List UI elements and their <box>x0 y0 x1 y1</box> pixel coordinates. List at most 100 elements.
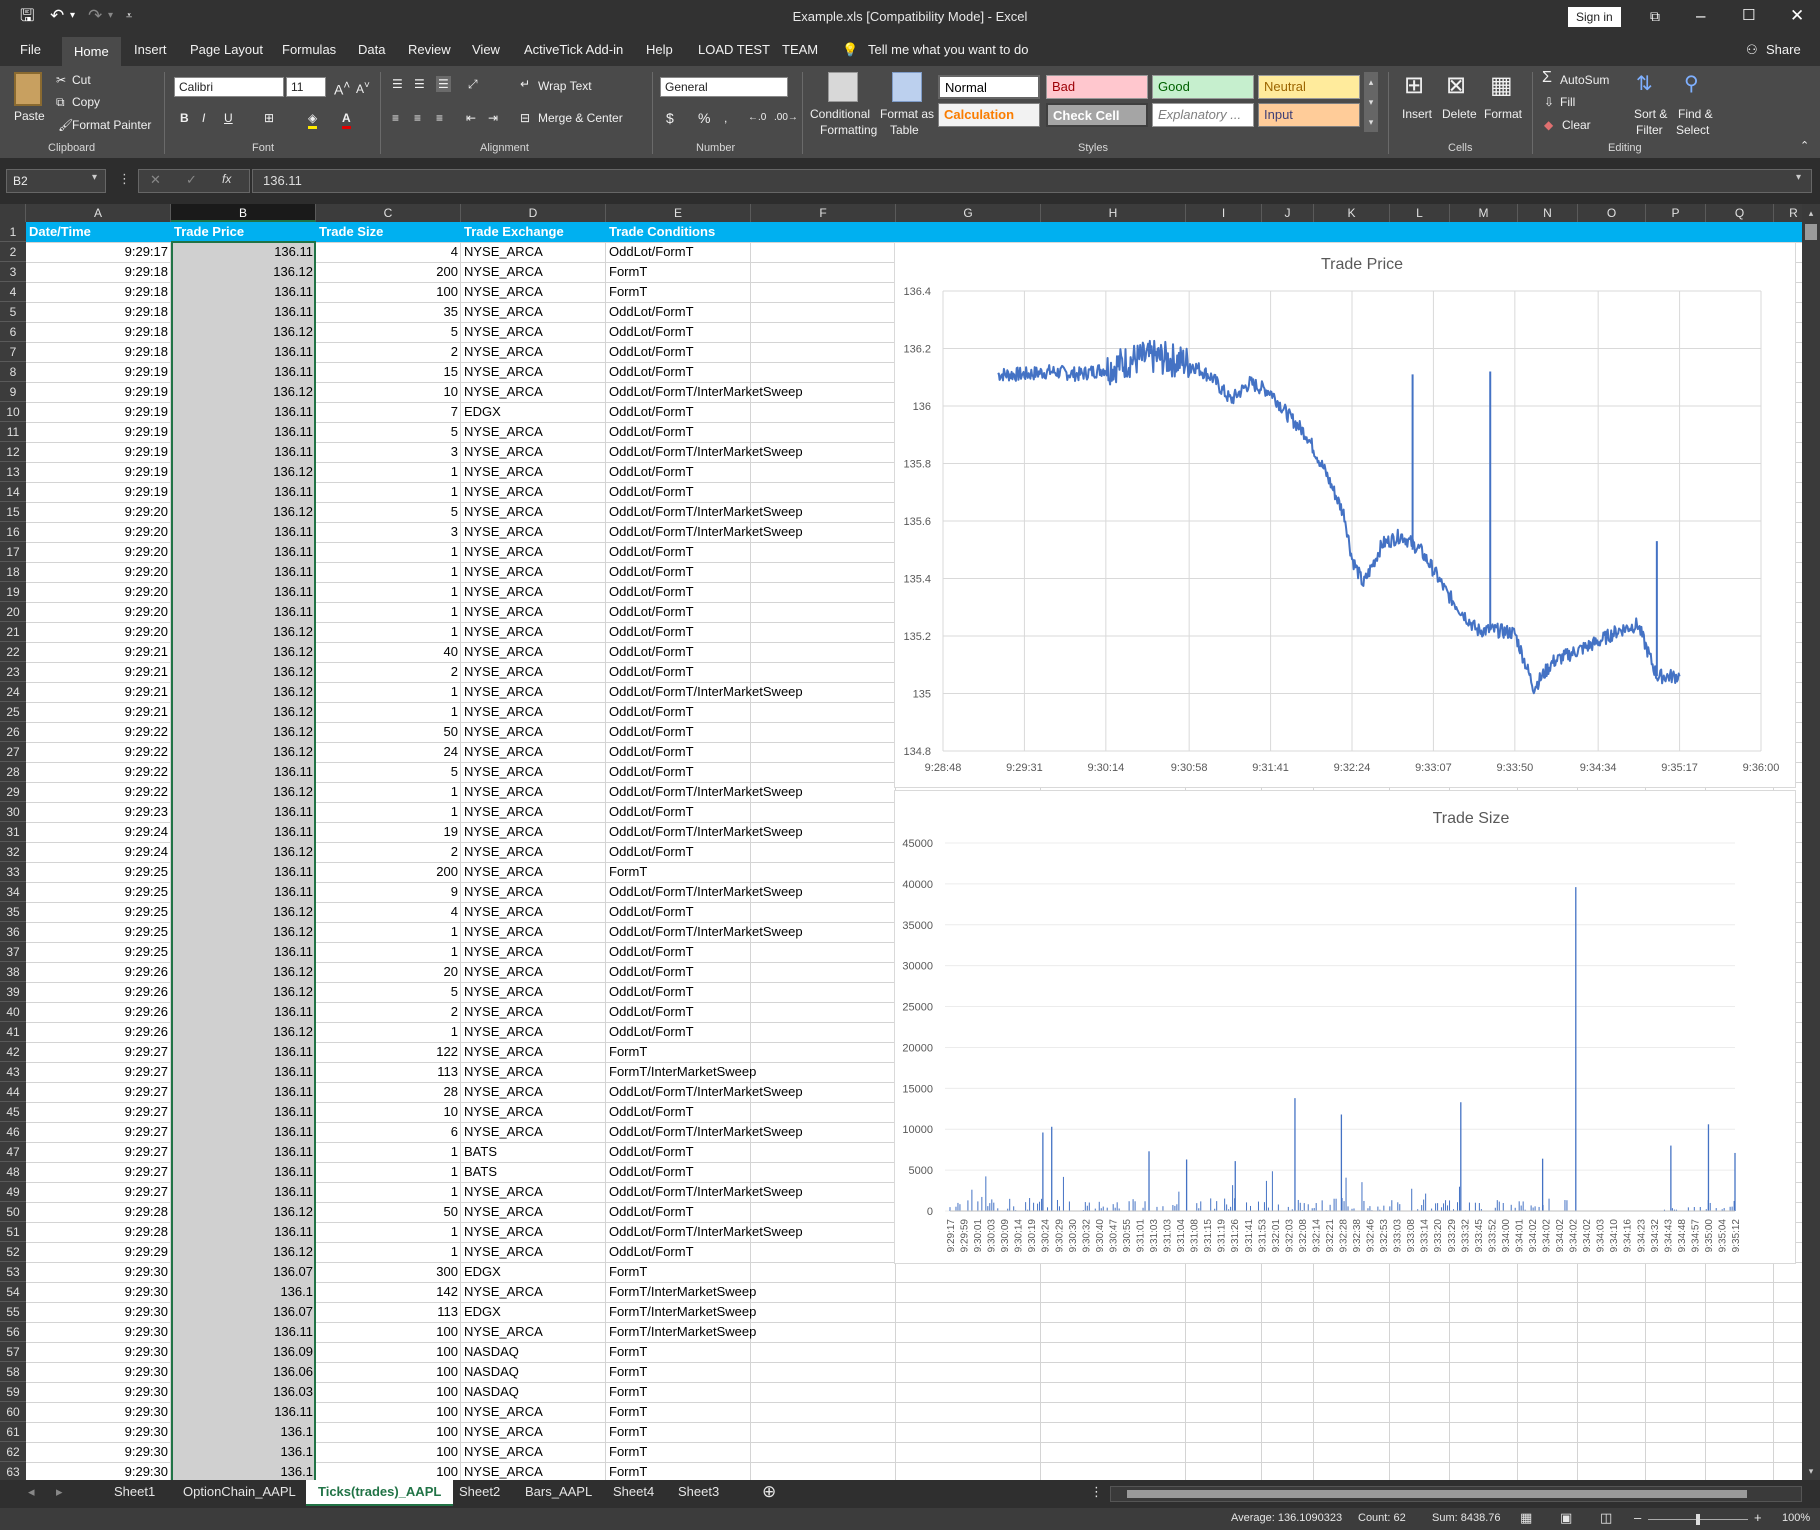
conditions-cell[interactable]: OddLot/FormT <box>606 1102 896 1122</box>
conditions-cell[interactable]: OddLot/FormT <box>606 582 896 602</box>
tab-home[interactable]: Home <box>62 37 121 66</box>
size-cell[interactable]: 100 <box>316 1322 461 1342</box>
wrap-text-icon[interactable]: ↵ <box>520 76 530 92</box>
datetime-cell[interactable]: 9:29:27 <box>26 1182 171 1202</box>
size-cell[interactable]: 1 <box>316 1022 461 1042</box>
delete-cells-button[interactable]: Delete <box>1442 106 1477 122</box>
size-cell[interactable]: 3 <box>316 522 461 542</box>
size-cell[interactable]: 100 <box>316 1382 461 1402</box>
sort-filter-label-2[interactable]: Filter <box>1636 122 1663 138</box>
exchange-cell[interactable]: NYSE_ARCA <box>461 1042 606 1062</box>
datetime-cell[interactable]: 9:29:24 <box>26 822 171 842</box>
datetime-cell[interactable]: 9:29:21 <box>26 662 171 682</box>
formula-bar-options-icon[interactable]: ⋮ <box>118 171 131 187</box>
page-break-view-icon[interactable]: ◫ <box>1600 1510 1612 1526</box>
size-cell[interactable]: 4 <box>316 242 461 262</box>
tab-review[interactable]: Review <box>408 40 451 60</box>
exchange-cell[interactable]: NYSE_ARCA <box>461 522 606 542</box>
size-cell[interactable]: 1 <box>316 542 461 562</box>
conditions-cell[interactable]: OddLot/FormT/InterMarketSweep <box>606 502 896 522</box>
conditions-cell[interactable]: OddLot/FormT <box>606 562 896 582</box>
increase-decimal-icon[interactable]: ←.0 <box>748 110 766 126</box>
sheet-tab-sheet4[interactable]: Sheet4 <box>613 1480 654 1506</box>
datetime-cell[interactable]: 9:29:20 <box>26 522 171 542</box>
datetime-cell[interactable]: 9:29:19 <box>26 402 171 422</box>
size-cell[interactable]: 100 <box>316 1402 461 1422</box>
exchange-cell[interactable]: NYSE_ARCA <box>461 462 606 482</box>
size-cell[interactable]: 1 <box>316 562 461 582</box>
share-button[interactable]: Share <box>1766 40 1801 60</box>
size-cell[interactable]: 1 <box>316 1182 461 1202</box>
conditions-cell[interactable]: FormT <box>606 1402 896 1422</box>
tab-help[interactable]: Help <box>646 40 673 60</box>
size-cell[interactable]: 1 <box>316 1222 461 1242</box>
sort-filter-label-1[interactable]: Sort & <box>1634 106 1667 122</box>
size-cell[interactable]: 5 <box>316 502 461 522</box>
style-input[interactable]: Input <box>1258 103 1360 127</box>
conditions-cell[interactable]: OddLot/FormT <box>606 342 896 362</box>
exchange-cell[interactable]: NYSE_ARCA <box>461 622 606 642</box>
datetime-cell[interactable]: 9:29:27 <box>26 1082 171 1102</box>
conditions-cell[interactable]: OddLot/FormT <box>606 1002 896 1022</box>
cut-button[interactable]: Cut <box>72 72 91 88</box>
sheet-tab-optionchain[interactable]: OptionChain_AAPL <box>183 1480 296 1506</box>
percent-icon[interactable]: % <box>698 110 710 126</box>
conditions-cell[interactable]: OddLot/FormT <box>606 302 896 322</box>
exchange-cell[interactable]: NYSE_ARCA <box>461 1102 606 1122</box>
tab-load-test[interactable]: LOAD TEST <box>698 40 770 60</box>
zoom-out-icon[interactable]: – <box>1634 1510 1641 1525</box>
format-cells-icon[interactable]: ▦ <box>1490 72 1513 100</box>
copy-icon[interactable]: ⧉ <box>56 94 65 110</box>
style-explanatory[interactable]: Explanatory ... <box>1152 103 1254 127</box>
font-color-icon[interactable]: A <box>342 110 351 129</box>
conditions-cell[interactable]: FormT/InterMarketSweep <box>606 1282 896 1302</box>
datetime-cell[interactable]: 9:29:30 <box>26 1442 171 1462</box>
size-cell[interactable]: 20 <box>316 962 461 982</box>
size-cell[interactable]: 113 <box>316 1062 461 1082</box>
exchange-cell[interactable]: EDGX <box>461 1262 606 1282</box>
align-middle-icon[interactable]: ☰ <box>414 76 425 92</box>
conditions-cell[interactable]: FormT <box>606 262 896 282</box>
close-icon[interactable]: ✕ <box>1790 6 1804 26</box>
conditions-cell[interactable]: OddLot/FormT/InterMarketSweep <box>606 782 896 802</box>
datetime-cell[interactable]: 9:29:17 <box>26 242 171 262</box>
exchange-cell[interactable]: NYSE_ARCA <box>461 362 606 382</box>
datetime-cell[interactable]: 9:29:30 <box>26 1462 171 1480</box>
header-cell[interactable]: Trade Size <box>316 222 461 242</box>
exchange-cell[interactable]: NYSE_ARCA <box>461 482 606 502</box>
datetime-cell[interactable]: 9:29:30 <box>26 1382 171 1402</box>
paste-icon[interactable] <box>14 72 42 106</box>
size-cell[interactable]: 100 <box>316 1362 461 1382</box>
zoom-slider-thumb[interactable] <box>1696 1514 1700 1525</box>
conditions-cell[interactable]: OddLot/FormT <box>606 402 896 422</box>
autosum-icon[interactable]: Σ <box>1542 70 1552 86</box>
exchange-cell[interactable]: EDGX <box>461 402 606 422</box>
datetime-cell[interactable]: 9:29:30 <box>26 1262 171 1282</box>
decrease-indent-icon[interactable]: ⇤ <box>466 110 476 126</box>
datetime-cell[interactable]: 9:29:25 <box>26 942 171 962</box>
exchange-cell[interactable]: NYSE_ARCA <box>461 642 606 662</box>
size-cell[interactable]: 10 <box>316 382 461 402</box>
trade-price-chart[interactable]: Trade Price 134.8 135 135.2 135.4 135.6 135.8 1… <box>894 242 1796 788</box>
datetime-cell[interactable]: 9:29:30 <box>26 1302 171 1322</box>
datetime-cell[interactable]: 9:29:18 <box>26 342 171 362</box>
size-cell[interactable]: 6 <box>316 1122 461 1142</box>
size-cell[interactable]: 3 <box>316 442 461 462</box>
exchange-cell[interactable]: NYSE_ARCA <box>461 802 606 822</box>
size-cell[interactable]: 10 <box>316 1102 461 1122</box>
style-check-cell[interactable]: Check Cell <box>1046 103 1148 127</box>
minimize-icon[interactable]: – <box>1696 6 1705 26</box>
copy-button[interactable]: Copy <box>72 94 100 110</box>
conditions-cell[interactable]: OddLot/FormT/InterMarketSweep <box>606 922 896 942</box>
horizontal-scrollbar[interactable] <box>1110 1486 1802 1502</box>
conditions-cell[interactable]: OddLot/FormT <box>606 662 896 682</box>
insert-cells-icon[interactable]: ⊞ <box>1404 72 1424 100</box>
exchange-cell[interactable]: NYSE_ARCA <box>461 782 606 802</box>
save-icon[interactable]: 🖫 <box>20 6 34 26</box>
datetime-cell[interactable]: 9:29:20 <box>26 602 171 622</box>
conditions-cell[interactable]: OddLot/FormT <box>606 722 896 742</box>
sort-filter-icon[interactable]: ⇅ <box>1636 70 1653 98</box>
exchange-cell[interactable]: NYSE_ARCA <box>461 702 606 722</box>
size-cell[interactable]: 100 <box>316 1422 461 1442</box>
tab-view[interactable]: View <box>472 40 500 60</box>
